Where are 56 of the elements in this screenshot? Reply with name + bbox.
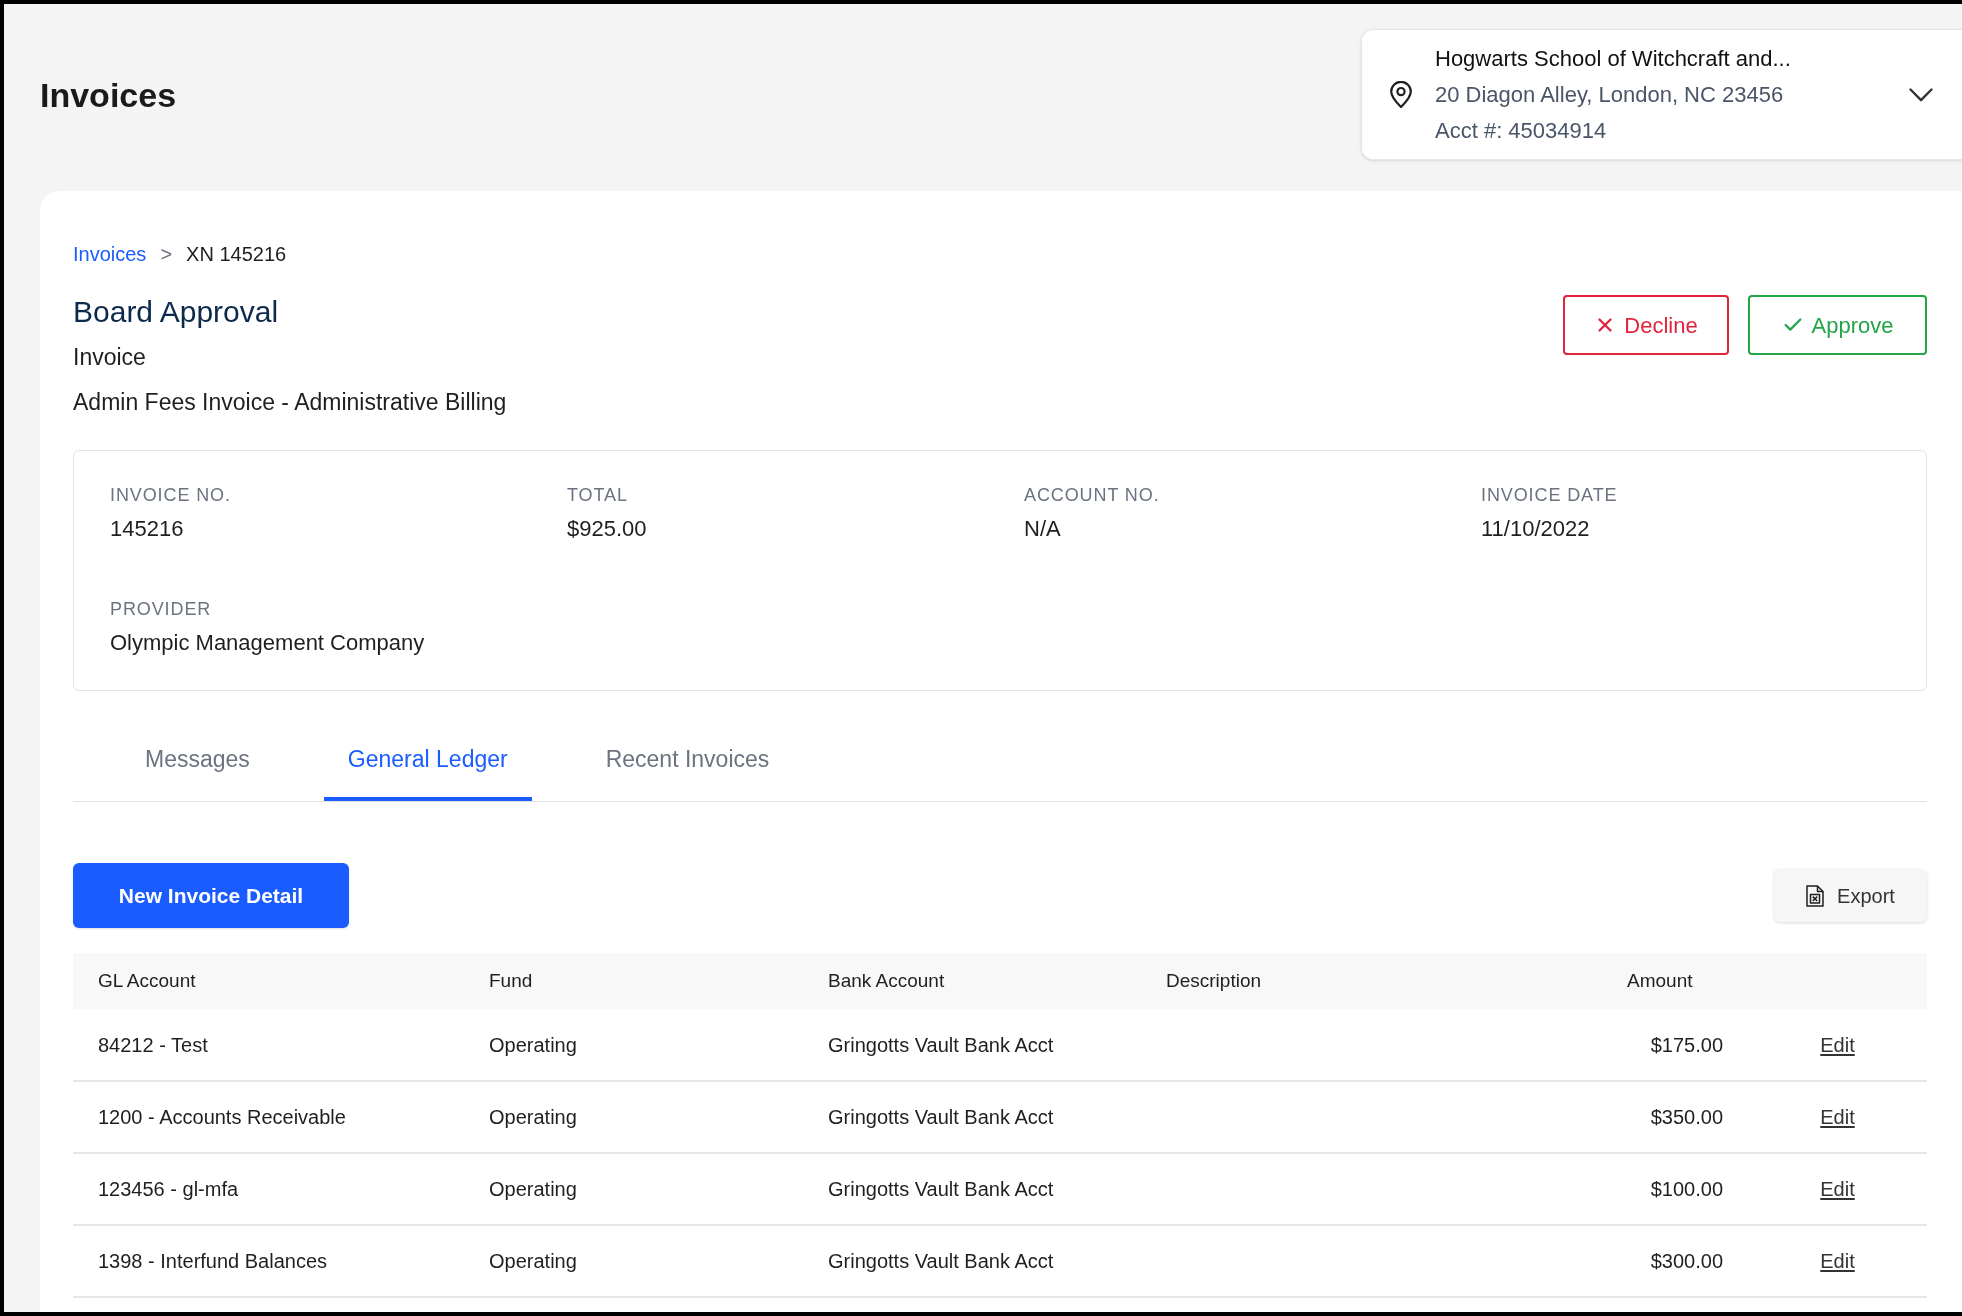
field-label: INVOICE DATE [1481,484,1618,507]
edit-link[interactable]: Edit [1820,1106,1855,1128]
table-cell: Operating [489,1250,577,1272]
field-value: 145216 [110,515,184,543]
table-cell: $175.00 [1650,1033,1723,1056]
table-cell: Gringotts Vault Bank Acct [828,1178,1054,1200]
new-invoice-detail-button[interactable]: New Invoice Detail [73,863,349,928]
edit-link[interactable]: Edit [1820,1178,1855,1200]
invoice-description: Admin Fees Invoice - Administrative Billing [73,388,507,417]
edit-link[interactable]: Edit [1820,1033,1855,1056]
location-address: 20 Diagon Alley, London, NC 23456 [1435,80,1784,109]
field-value: Olympic Management Company [110,629,425,657]
breadcrumb-separator: > [160,242,173,267]
chevron-down-icon [1909,87,1933,102]
table-cell: 1398 - Interfund Balances [98,1250,328,1272]
field-value: N/A [1024,515,1061,543]
table-cell: Operating [489,1033,577,1056]
field-label: INVOICE NO. [110,484,231,507]
field-value: $925.00 [567,515,647,543]
tab[interactable]: Messages [121,721,274,801]
table-cell: 1200 - Accounts Receivable [98,1106,346,1128]
field-label: ACCOUNT NO. [1024,484,1160,507]
table-cell: Gringotts Vault Bank Acct [828,1106,1054,1128]
page-title: Invoices [40,75,177,116]
column-header: Description [1166,969,1262,991]
location-name: Hogwarts School of Witchcraft and... [1435,44,1791,73]
table-cell: Gringotts Vault Bank Acct [828,1033,1054,1056]
account-number: Acct #: 45034914 [1435,116,1607,145]
table-cell: 84212 - Test [98,1033,208,1056]
decline-button[interactable]: Decline [1563,295,1729,355]
column-header: Amount [1627,969,1693,991]
column-header: Bank Account [828,969,945,991]
table-cell: Operating [489,1178,577,1200]
field-label: TOTAL [567,484,628,507]
export-button[interactable]: Export [1774,869,1927,922]
location-selector[interactable]: Hogwarts School of Witchcraft and... 20 Diagon Alley, London, NC 23456 Acct #: 45034914 [1361,29,1962,160]
breadcrumb-current: XN 145216 [186,242,287,267]
map-pin-icon [1390,81,1412,108]
table-cell: Operating [489,1106,577,1128]
table-cell: $300.00 [1650,1250,1723,1272]
document-type: Invoice [73,343,146,372]
table-cell: Gringotts Vault Bank Acct [828,1250,1054,1272]
approve-button[interactable]: Approve [1748,295,1927,355]
column-header: GL Account [98,969,196,991]
approval-title: Board Approval [73,294,279,330]
table-cell: $350.00 [1650,1106,1723,1128]
edit-link[interactable]: Edit [1820,1250,1855,1272]
document-x-icon [1806,884,1825,907]
table-cell: $100.00 [1650,1178,1723,1200]
tab[interactable]: Recent Invoices [581,721,794,801]
table-cell: 123456 - gl-mfa [98,1178,239,1200]
field-label: PROVIDER [110,598,212,621]
breadcrumb-link[interactable]: Invoices [73,240,147,268]
field-value: 11/10/2022 [1481,515,1590,543]
column-header: Fund [489,969,533,991]
tab[interactable]: General Ledger [323,721,532,801]
